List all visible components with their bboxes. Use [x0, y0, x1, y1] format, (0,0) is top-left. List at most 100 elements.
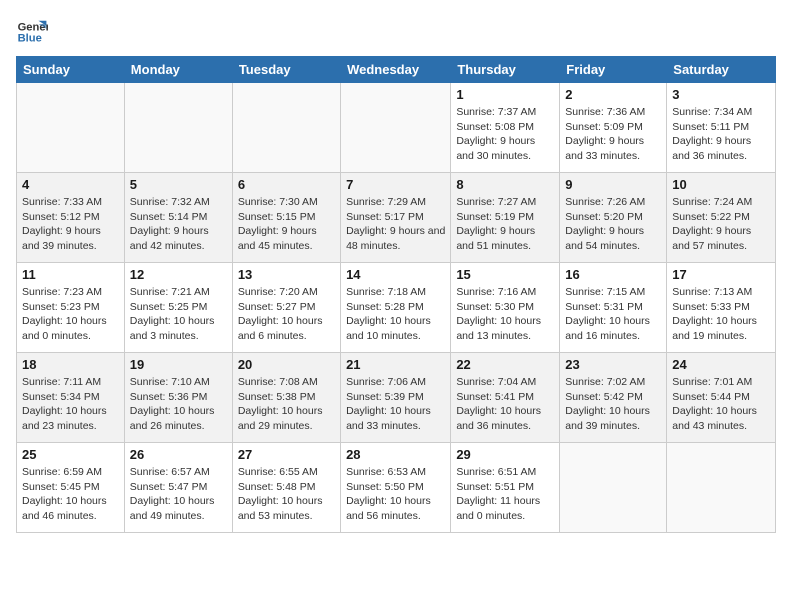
- day-number: 4: [22, 177, 119, 192]
- day-number: 21: [346, 357, 445, 372]
- calendar-cell: [232, 83, 340, 173]
- day-number: 16: [565, 267, 661, 282]
- day-info: Sunrise: 7:32 AM Sunset: 5:14 PM Dayligh…: [130, 195, 227, 254]
- calendar-cell: 26Sunrise: 6:57 AM Sunset: 5:47 PM Dayli…: [124, 443, 232, 533]
- day-header-sunday: Sunday: [17, 57, 125, 83]
- calendar-cell: 21Sunrise: 7:06 AM Sunset: 5:39 PM Dayli…: [341, 353, 451, 443]
- calendar-cell: 3 Sunrise: 7:34 AM Sunset: 5:11 PM Daylig…: [667, 83, 776, 173]
- day-number: 18: [22, 357, 119, 372]
- day-number: 10: [672, 177, 770, 192]
- day-info: Sunrise: 7:18 AM Sunset: 5:28 PM Dayligh…: [346, 285, 445, 344]
- calendar-cell: 16 Sunrise: 7:15 AM Sunset: 5:31 PM Dayli…: [560, 263, 667, 353]
- svg-text:Blue: Blue: [18, 33, 42, 45]
- calendar-week-row: 11 Sunrise: 7:23 AM Sunset: 5:23 PM Dayli…: [17, 263, 776, 353]
- calendar-week-row: 4 Sunrise: 7:33 AM Sunset: 5:12 PM Daylig…: [17, 173, 776, 263]
- day-info: Sunrise: 7:29 AM Sunset: 5:17 PM Dayligh…: [346, 195, 445, 254]
- day-info: Sunrise: 6:59 AM Sunset: 5:45 PM Dayligh…: [22, 465, 119, 524]
- day-info: Sunrise: 7:21 AM Sunset: 5:25 PM Dayligh…: [130, 285, 227, 344]
- calendar-cell: 10 Sunrise: 7:24 AM Sunset: 5:22 PM Dayli…: [667, 173, 776, 263]
- calendar-week-row: 18Sunrise: 7:11 AM Sunset: 5:34 PM Dayli…: [17, 353, 776, 443]
- day-number: 6: [238, 177, 335, 192]
- day-info: Sunrise: 7:15 AM Sunset: 5:31 PM Dayligh…: [565, 285, 661, 344]
- day-info: Sunrise: 7:16 AM Sunset: 5:30 PM Dayligh…: [456, 285, 554, 344]
- day-header-wednesday: Wednesday: [341, 57, 451, 83]
- calendar-cell: 28 Sunrise: 6:53 AM Sunset: 5:50 PM Dayli…: [341, 443, 451, 533]
- day-number: 23: [565, 357, 661, 372]
- calendar-cell: 27 Sunrise: 6:55 AM Sunset: 5:48 PM Dayli…: [232, 443, 340, 533]
- day-info: Sunrise: 7:23 AM Sunset: 5:23 PM Dayligh…: [22, 285, 119, 344]
- day-info: Sunrise: 7:13 AM Sunset: 5:33 PM Dayligh…: [672, 285, 770, 344]
- day-header-thursday: Thursday: [451, 57, 560, 83]
- day-info: Sunrise: 7:10 AM Sunset: 5:36 PM Dayligh…: [130, 375, 227, 434]
- day-info: Sunrise: 7:27 AM Sunset: 5:19 PM Dayligh…: [456, 195, 554, 254]
- logo: General Blue: [16, 16, 52, 48]
- calendar-cell: 7 Sunrise: 7:29 AM Sunset: 5:17 PM Daylig…: [341, 173, 451, 263]
- calendar-week-row: 1 Sunrise: 7:37 AM Sunset: 5:08 PM Daylig…: [17, 83, 776, 173]
- day-header-saturday: Saturday: [667, 57, 776, 83]
- day-info: Sunrise: 7:04 AM Sunset: 5:41 PM Dayligh…: [456, 375, 554, 434]
- day-number: 13: [238, 267, 335, 282]
- day-info: Sunrise: 7:34 AM Sunset: 5:11 PM Dayligh…: [672, 105, 770, 164]
- day-number: 29: [456, 447, 554, 462]
- page-header: General Blue: [16, 16, 776, 48]
- calendar-cell: 9 Sunrise: 7:26 AM Sunset: 5:20 PM Daylig…: [560, 173, 667, 263]
- day-info: Sunrise: 7:02 AM Sunset: 5:42 PM Dayligh…: [565, 375, 661, 434]
- day-number: 22: [456, 357, 554, 372]
- day-number: 3: [672, 87, 770, 102]
- calendar-cell: 14 Sunrise: 7:18 AM Sunset: 5:28 PM Dayli…: [341, 263, 451, 353]
- day-number: 9: [565, 177, 661, 192]
- day-number: 12: [130, 267, 227, 282]
- calendar-table: SundayMondayTuesdayWednesdayThursdayFrid…: [16, 56, 776, 533]
- day-number: 5: [130, 177, 227, 192]
- calendar-cell: [17, 83, 125, 173]
- day-number: 7: [346, 177, 445, 192]
- day-number: 17: [672, 267, 770, 282]
- day-number: 11: [22, 267, 119, 282]
- calendar-cell: 20Sunrise: 7:08 AM Sunset: 5:38 PM Dayli…: [232, 353, 340, 443]
- day-header-tuesday: Tuesday: [232, 57, 340, 83]
- calendar-cell: [667, 443, 776, 533]
- day-number: 27: [238, 447, 335, 462]
- calendar-cell: [124, 83, 232, 173]
- day-number: 1: [456, 87, 554, 102]
- logo-icon: General Blue: [16, 16, 48, 48]
- calendar-cell: [560, 443, 667, 533]
- day-info: Sunrise: 7:30 AM Sunset: 5:15 PM Dayligh…: [238, 195, 335, 254]
- calendar-cell: 17 Sunrise: 7:13 AM Sunset: 5:33 PM Dayli…: [667, 263, 776, 353]
- day-info: Sunrise: 7:33 AM Sunset: 5:12 PM Dayligh…: [22, 195, 119, 254]
- day-info: Sunrise: 6:51 AM Sunset: 5:51 PM Dayligh…: [456, 465, 554, 524]
- calendar-header-row: SundayMondayTuesdayWednesdayThursdayFrid…: [17, 57, 776, 83]
- day-number: 25: [22, 447, 119, 462]
- calendar-week-row: 25 Sunrise: 6:59 AM Sunset: 5:45 PM Dayli…: [17, 443, 776, 533]
- calendar-cell: 22 Sunrise: 7:04 AM Sunset: 5:41 PM Dayli…: [451, 353, 560, 443]
- calendar-cell: 12 Sunrise: 7:21 AM Sunset: 5:25 PM Dayli…: [124, 263, 232, 353]
- day-info: Sunrise: 6:57 AM Sunset: 5:47 PM Dayligh…: [130, 465, 227, 524]
- calendar-cell: 25 Sunrise: 6:59 AM Sunset: 5:45 PM Dayli…: [17, 443, 125, 533]
- day-number: 24: [672, 357, 770, 372]
- calendar-cell: 23 Sunrise: 7:02 AM Sunset: 5:42 PM Dayli…: [560, 353, 667, 443]
- day-info: Sunrise: 7:37 AM Sunset: 5:08 PM Dayligh…: [456, 105, 554, 164]
- day-number: 19: [130, 357, 227, 372]
- day-number: 8: [456, 177, 554, 192]
- calendar-cell: 11 Sunrise: 7:23 AM Sunset: 5:23 PM Dayli…: [17, 263, 125, 353]
- calendar-cell: 5 Sunrise: 7:32 AM Sunset: 5:14 PM Daylig…: [124, 173, 232, 263]
- calendar-cell: 1 Sunrise: 7:37 AM Sunset: 5:08 PM Daylig…: [451, 83, 560, 173]
- day-number: 28: [346, 447, 445, 462]
- calendar-cell: 4 Sunrise: 7:33 AM Sunset: 5:12 PM Daylig…: [17, 173, 125, 263]
- day-info: Sunrise: 6:53 AM Sunset: 5:50 PM Dayligh…: [346, 465, 445, 524]
- calendar-cell: 8 Sunrise: 7:27 AM Sunset: 5:19 PM Daylig…: [451, 173, 560, 263]
- day-header-friday: Friday: [560, 57, 667, 83]
- day-number: 20: [238, 357, 335, 372]
- day-info: Sunrise: 6:55 AM Sunset: 5:48 PM Dayligh…: [238, 465, 335, 524]
- calendar-cell: 2 Sunrise: 7:36 AM Sunset: 5:09 PM Daylig…: [560, 83, 667, 173]
- day-number: 14: [346, 267, 445, 282]
- day-info: Sunrise: 7:20 AM Sunset: 5:27 PM Dayligh…: [238, 285, 335, 344]
- calendar-cell: 6 Sunrise: 7:30 AM Sunset: 5:15 PM Daylig…: [232, 173, 340, 263]
- calendar-cell: 29 Sunrise: 6:51 AM Sunset: 5:51 PM Dayli…: [451, 443, 560, 533]
- day-info: Sunrise: 7:36 AM Sunset: 5:09 PM Dayligh…: [565, 105, 661, 164]
- day-info: Sunrise: 7:26 AM Sunset: 5:20 PM Dayligh…: [565, 195, 661, 254]
- day-number: 2: [565, 87, 661, 102]
- calendar-cell: 24Sunrise: 7:01 AM Sunset: 5:44 PM Dayli…: [667, 353, 776, 443]
- day-header-monday: Monday: [124, 57, 232, 83]
- day-info: Sunrise: 7:24 AM Sunset: 5:22 PM Dayligh…: [672, 195, 770, 254]
